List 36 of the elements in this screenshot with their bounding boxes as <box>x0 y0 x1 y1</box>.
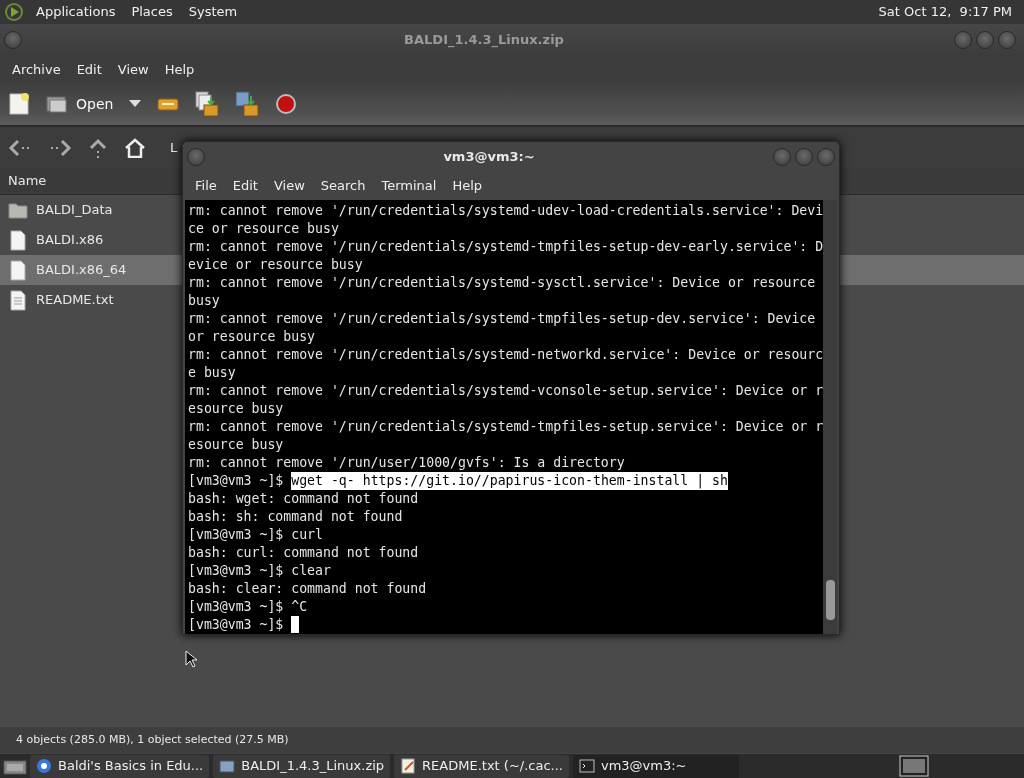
file-name: BALDI.x86 <box>36 231 104 250</box>
terminal-line: esource busy <box>188 400 285 418</box>
terminal-line: bash: curl: command not found <box>188 544 420 562</box>
window-title: vm3@vm3:~ <box>443 147 535 166</box>
terminal-line: rm: cannot remove '/run/credentials/systemd-udev-load-credentials.service': Devi <box>188 202 824 220</box>
terminal-line: esource busy <box>188 436 285 454</box>
terminal-line: or resource busy <box>188 328 317 346</box>
terminal-line: rm: cannot remove '/run/credentials/systemd-vconsole-setup.service': Device or r <box>188 382 824 400</box>
prompt: [vm3@vm3 ~]$ <box>188 526 284 544</box>
prompt: [vm3@vm3 ~]$ <box>188 616 284 634</box>
command-text: clear <box>291 562 331 580</box>
terminal-line: evice or resource busy <box>188 256 364 274</box>
terminal-line: rm: cannot remove '/run/credentials/systemd-networkd.service': Device or resourc <box>188 346 824 364</box>
status-bar: 4 objects (285.0 MB), 1 object selected (27.5 MB) <box>0 727 1024 753</box>
file-name: BALDI.x86_64 <box>36 261 127 280</box>
prompt: [vm3@vm3 ~]$ <box>188 562 284 580</box>
terminal-line: bash: clear: command not found <box>188 580 428 598</box>
window-title: BALDI_1.4.3_Linux.zip <box>404 31 564 50</box>
terminal-line: ce or resource busy <box>188 220 340 238</box>
file-name: BALDI_Data <box>36 201 113 220</box>
terminal-line: e busy <box>188 364 237 382</box>
terminal-line: rm: cannot remove '/run/credentials/systemd-sysctl.service': Device or resource <box>188 274 817 292</box>
command-text: ^C <box>291 598 308 616</box>
terminal-line: busy <box>188 292 221 310</box>
command-text: curl <box>291 526 323 544</box>
command-text: wget -q- https://git.io//papirus-icon-them-install | sh <box>291 472 728 490</box>
terminal-line: rm: cannot remove '/run/credentials/systemd-tmpfiles-setup.service': Device or r <box>188 418 824 436</box>
terminal-line: rm: cannot remove '/run/credentials/systemd-tmpfiles-setup-dev.service': Device <box>188 310 817 328</box>
terminal-line: rm: cannot remove '/run/user/1000/gvfs': Is a directory <box>188 454 626 472</box>
prompt: [vm3@vm3 ~]$ <box>188 472 284 490</box>
terminal-line: rm: cannot remove '/run/credentials/systemd-tmpfiles-setup-dev-early.service': D <box>188 238 824 256</box>
file-name: README.txt <box>36 291 114 310</box>
location-label: L <box>170 138 178 157</box>
terminal-line: bash: sh: command not found <box>188 508 404 526</box>
prompt: [vm3@vm3 ~]$ <box>188 598 284 616</box>
terminal-line: bash: wget: command not found <box>188 490 420 508</box>
